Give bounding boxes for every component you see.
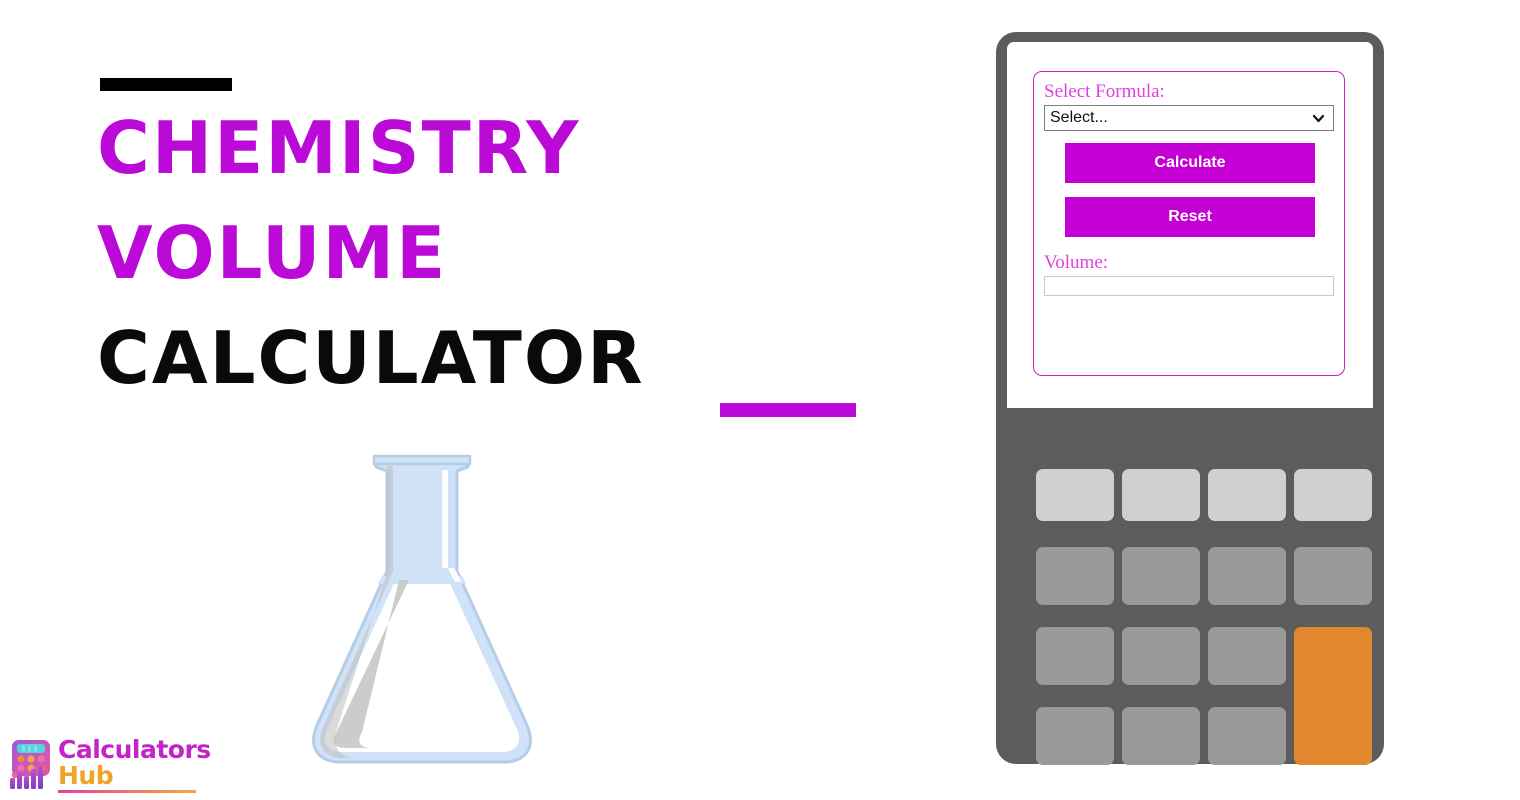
erlenmeyer-flask-icon <box>312 454 532 764</box>
keypad-key[interactable] <box>1122 627 1200 685</box>
formula-select[interactable]: Select... <box>1044 105 1334 131</box>
volume-label: Volume: <box>1044 252 1109 273</box>
formula-select-value: Select... <box>1050 109 1108 126</box>
accent-bar-top <box>100 78 232 91</box>
keypad-key[interactable] <box>1208 707 1286 765</box>
reset-button[interactable]: Reset <box>1065 197 1315 237</box>
calculator-chart-logo-icon <box>6 738 56 790</box>
select-formula-label: Select Formula: <box>1044 81 1165 102</box>
keypad-key[interactable] <box>1208 627 1286 685</box>
keypad-key[interactable] <box>1294 547 1372 605</box>
brand-name-primary: Calculators <box>58 735 211 764</box>
volume-calculator-form: Select Formula: Select... Calculate Rese… <box>1033 71 1345 376</box>
keypad-key[interactable] <box>1208 469 1286 521</box>
volume-output-field[interactable] <box>1044 276 1334 296</box>
chevron-down-icon <box>1312 112 1325 125</box>
title-line-chemistry: CHEMISTRY <box>97 106 581 190</box>
keypad-key-accent[interactable] <box>1294 627 1372 765</box>
brand-logo-text: Calculators Hub <box>58 736 228 789</box>
accent-bar-bottom <box>720 403 856 417</box>
calculator-screen: Select Formula: Select... Calculate Rese… <box>1007 42 1373 408</box>
brand-logo[interactable]: Calculators Hub <box>6 736 221 794</box>
flask-illustration <box>276 440 568 770</box>
keypad-key[interactable] <box>1036 547 1114 605</box>
title-line-calculator: CALCULATOR <box>97 316 645 400</box>
calculate-button[interactable]: Calculate <box>1065 143 1315 183</box>
brand-name-secondary: Hub <box>58 761 114 790</box>
keypad-key[interactable] <box>1036 707 1114 765</box>
page-canvas: CHEMISTRY VOLUME CALCULATOR Calculators … <box>0 0 1520 800</box>
keypad-key[interactable] <box>1122 469 1200 521</box>
keypad-key[interactable] <box>1294 469 1372 521</box>
keypad-key[interactable] <box>1036 627 1114 685</box>
keypad-key[interactable] <box>1036 469 1114 521</box>
brand-logo-underline <box>58 790 196 793</box>
page-title: CHEMISTRY VOLUME CALCULATOR <box>97 96 917 411</box>
keypad-key[interactable] <box>1208 547 1286 605</box>
calculator-device: Select Formula: Select... Calculate Rese… <box>996 32 1384 765</box>
calculator-keypad <box>1018 437 1372 765</box>
keypad-key[interactable] <box>1122 707 1200 765</box>
title-line-volume: VOLUME <box>97 211 448 295</box>
keypad-key[interactable] <box>1122 547 1200 605</box>
